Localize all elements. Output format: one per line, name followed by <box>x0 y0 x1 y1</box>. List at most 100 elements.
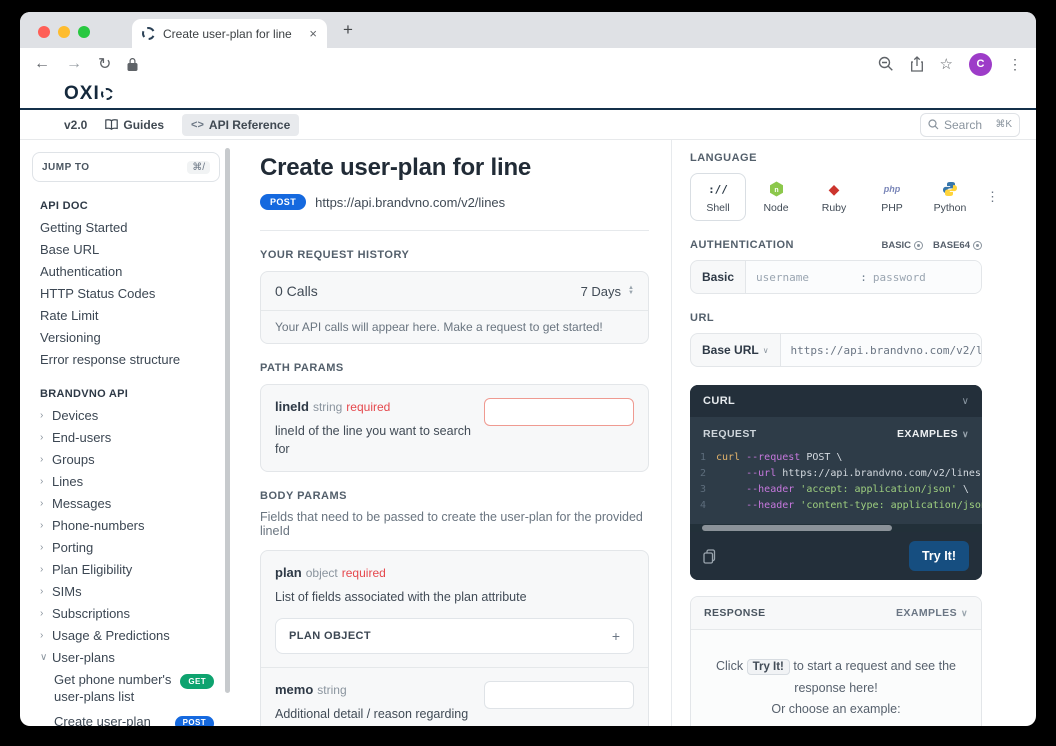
sidebar-item-error-response-structure[interactable]: Error response structure <box>32 348 220 370</box>
chevron-down-icon: ∨ <box>961 395 969 407</box>
body-params-description: Fields that need to be passed to create … <box>260 510 643 539</box>
sidebar-item-lines[interactable]: › Lines <box>32 470 220 492</box>
new-tab-button[interactable]: + <box>343 20 353 40</box>
sidebar-section-title: API DOC <box>40 200 88 212</box>
browser-tab[interactable]: Create user-plan for line × <box>132 19 327 48</box>
nav-api-reference-label: API Reference <box>208 117 291 132</box>
sidebar-item-http-status-codes[interactable]: HTTP Status Codes <box>32 282 220 304</box>
memo-input[interactable] <box>484 681 634 710</box>
code-line-content: --header 'accept: application/json' \ <box>746 484 969 495</box>
base-url-value[interactable]: https://api.brandvno.com/v2/lines <box>791 344 981 357</box>
code-horizontal-scrollbar[interactable] <box>690 524 982 532</box>
sidebar-subitem[interactable]: Get phone number's user-plans list GET <box>46 668 220 710</box>
param-type: string <box>312 400 343 414</box>
code-language-header[interactable]: CURL ∨ <box>690 385 982 417</box>
username-field[interactable]: username <box>756 271 854 284</box>
chevron-down-icon: ∨ <box>762 345 769 355</box>
back-icon[interactable]: ← <box>34 55 50 73</box>
forward-icon[interactable]: → <box>66 55 82 73</box>
sidebar-scrollbar[interactable] <box>225 148 230 693</box>
language-tab-label: Shell <box>706 201 730 214</box>
language-tab-label: PHP <box>881 201 903 214</box>
site-nav: v2.0 Guides <> API Reference Search ⌘K <box>20 110 1036 140</box>
history-range-selector[interactable]: 7 Days ▲ ▼ <box>581 284 634 299</box>
language-tab-php[interactable]: php PHP <box>864 173 920 221</box>
sidebar: JUMP TO ⌘/ API DOC Getting Started Base UR… <box>20 140 232 726</box>
oxio-logo[interactable]: OXI <box>64 83 113 105</box>
sidebar-item-label: Lines <box>52 473 84 489</box>
password-field[interactable]: password <box>873 271 971 284</box>
sidebar-item-subscriptions[interactable]: › Subscriptions <box>32 602 220 624</box>
lineId-input[interactable] <box>484 398 634 426</box>
auth-toggle-base64[interactable]: BASE64 <box>933 240 982 251</box>
sidebar-item-base-url[interactable]: Base URL <box>32 238 220 260</box>
search-input[interactable]: Search ⌘K <box>920 112 1020 137</box>
nav-guides[interactable]: Guides <box>105 118 164 132</box>
copy-code-icon[interactable] <box>703 548 716 564</box>
sidebar-item-groups[interactable]: › Groups <box>32 448 220 470</box>
window-controls[interactable] <box>20 26 108 48</box>
sidebar-item-rate-limit[interactable]: Rate Limit <box>32 304 220 326</box>
minimize-window-button[interactable] <box>58 26 70 38</box>
param-name: plan <box>275 565 302 581</box>
tab-strip: Create user-plan for line × + <box>20 12 1036 48</box>
calls-count: 0 Calls <box>275 283 318 299</box>
param-required-flag: required <box>346 400 391 414</box>
radio-icon <box>973 240 982 250</box>
sidebar-item-plan-eligibility[interactable]: › Plan Eligibility <box>32 558 220 580</box>
plan-object-expander[interactable]: PLAN OBJECT + <box>275 618 634 655</box>
chevron-right-icon: › <box>40 519 44 531</box>
svg-text:n: n <box>774 187 778 194</box>
response-examples-dropdown[interactable]: EXAMPLES ∨ <box>896 607 968 619</box>
param-type: object <box>305 566 338 581</box>
browser-menu-icon[interactable]: ⋮ <box>1008 56 1022 73</box>
language-tab-node[interactable]: n Node <box>748 173 804 221</box>
nav-api-reference[interactable]: <> API Reference <box>182 113 300 136</box>
sidebar-item-label: Messages <box>52 495 112 511</box>
code-sample-block: CURL ∨ REQUEST EXAMPLES ∨ 1 curl --reques… <box>690 385 982 580</box>
sidebar-item-label: End-users <box>52 429 112 445</box>
close-window-button[interactable] <box>38 26 50 38</box>
try-it-button[interactable]: Try It! <box>908 541 969 571</box>
share-icon[interactable] <box>910 56 924 72</box>
sidebar-item-usage-predictions[interactable]: › Usage & Predictions <box>32 624 220 646</box>
auth-toggle-basic[interactable]: BASIC <box>881 240 924 251</box>
sidebar-subitem[interactable]: Create user-plan for phone number's line… <box>46 710 220 726</box>
sidebar-item-label: Authentication <box>40 263 123 279</box>
tab-close-icon[interactable]: × <box>309 26 317 41</box>
base-url-selector[interactable]: Base URL ∨ <box>691 334 781 366</box>
code-editor[interactable]: 1 curl --request POST \ 2 --url https://ap… <box>690 446 982 524</box>
history-empty-message: Your API calls will appear here. Make a … <box>261 310 648 343</box>
sidebar-item-devices[interactable]: › Devices <box>32 404 220 426</box>
reload-icon[interactable]: ↻ <box>98 54 111 74</box>
sidebar-item-label: Subscriptions <box>52 605 131 621</box>
profile-avatar[interactable]: C <box>969 52 992 76</box>
language-tab-label: Ruby <box>821 201 847 214</box>
sidebar-item-getting-started[interactable]: Getting Started <box>32 216 220 238</box>
more-languages-icon[interactable]: ⋮ <box>986 189 1000 205</box>
language-tab-shell[interactable]: :// Shell <box>690 173 746 221</box>
sidebar-item-messages[interactable]: › Messages <box>32 492 220 514</box>
sidebar-item-phone-numbers[interactable]: › Phone-numbers <box>32 514 220 536</box>
bookmark-star-icon[interactable]: ☆ <box>940 55 953 73</box>
request-examples-dropdown[interactable]: EXAMPLES ∨ <box>897 428 969 440</box>
sidebar-item-versioning[interactable]: Versioning <box>32 326 220 348</box>
language-tab-ruby[interactable]: ◆ Ruby <box>806 173 862 221</box>
line-number: 1 <box>699 452 706 463</box>
response-empty-message: Click Try It! to start a request and see… <box>716 659 956 716</box>
sidebar-item-authentication[interactable]: Authentication <box>32 260 220 282</box>
zoom-out-icon[interactable] <box>878 56 894 72</box>
sidebar-item-end-users[interactable]: › End-users <box>32 426 220 448</box>
code-line: 4 --header 'content-type: application/js… <box>690 498 982 514</box>
try-it-kbd: Try It! <box>746 659 790 675</box>
method-badge: POST <box>260 194 307 210</box>
sidebar-item-porting[interactable]: › Porting <box>32 536 220 558</box>
code-line-content: --header 'content-type: application/json… <box>746 500 982 511</box>
sidebar-item-sims[interactable]: › SIMs <box>32 580 220 602</box>
sidebar-item-user-plans[interactable]: ∨ User-plans <box>32 646 220 668</box>
sidebar-item-label: Groups <box>52 451 95 467</box>
version-selector[interactable]: v2.0 <box>64 118 87 132</box>
language-tab-python[interactable]: Python <box>922 173 978 221</box>
maximize-window-button[interactable] <box>78 26 90 38</box>
jump-to-input[interactable]: JUMP TO ⌘/ <box>32 152 220 182</box>
